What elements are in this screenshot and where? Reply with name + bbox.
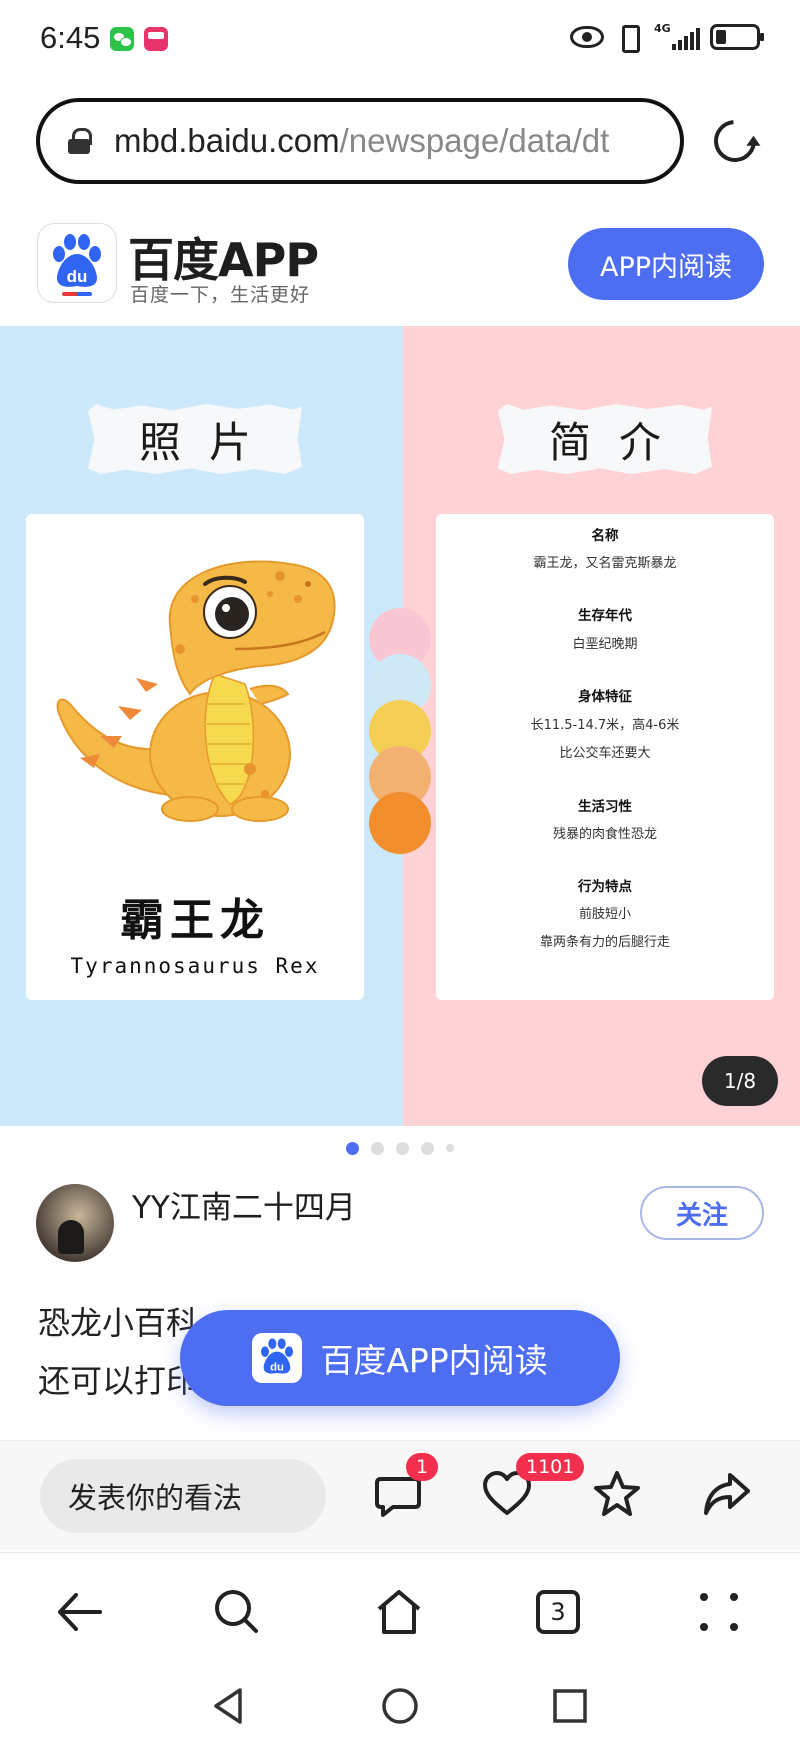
carousel-dot[interactable]	[421, 1141, 434, 1155]
info-text: 比公交车还要大	[559, 746, 651, 761]
read-in-app-button[interactable]: APP内阅读	[568, 228, 764, 300]
image-page-counter: 1/8	[702, 1056, 778, 1106]
carousel-dot[interactable]	[396, 1141, 409, 1155]
system-recents-icon[interactable]	[550, 1686, 590, 1726]
logo-text: du	[67, 267, 88, 286]
tab-count: 3	[550, 1598, 566, 1626]
article-action-bar: 发表你的看法 1 1101	[0, 1440, 800, 1550]
home-icon[interactable]	[374, 1587, 424, 1637]
author-avatar[interactable]	[36, 1184, 114, 1262]
refresh-icon[interactable]	[705, 111, 765, 171]
shopping-app-notification-icon	[144, 27, 168, 51]
address-bar[interactable]: mbd.baidu.com/newspage/data/dt	[36, 98, 684, 184]
info-text: 长11.5-14.7米，高4-6米	[530, 718, 680, 733]
info-heading: 身体特征	[578, 689, 632, 705]
like-count-badge: 1101	[516, 1453, 585, 1481]
info-text: 靠两条有力的后腿行走	[539, 935, 670, 950]
status-time: 6:45	[40, 20, 101, 55]
lock-icon	[68, 128, 92, 154]
vibrate-icon	[614, 23, 644, 53]
system-back-icon[interactable]	[210, 1686, 250, 1726]
logo-text: du	[270, 1361, 284, 1373]
system-home-icon[interactable]	[380, 1686, 420, 1726]
favorite-star-icon[interactable]	[592, 1469, 642, 1519]
info-heading: 行为特点	[578, 879, 632, 895]
info-text: 前肢短小	[578, 907, 631, 922]
signal-icon: 4G	[654, 22, 700, 52]
back-arrow-icon[interactable]	[54, 1587, 104, 1637]
info-text: 残暴的肉食性恐龙	[552, 827, 657, 842]
dinosaur-illustration	[56, 560, 336, 822]
image-carousel[interactable]: 照片 简介 霸王龙 Tyrannosaurus Rex 名称 霸王龙，又名雷克斯…	[0, 326, 800, 1126]
baidu-paw-icon: du	[53, 234, 101, 287]
app-slogan: 百度一下，生活更好	[130, 284, 311, 306]
baidu-app-logo: du	[38, 224, 116, 302]
palette-color-dot	[369, 792, 431, 854]
comment-input[interactable]: 发表你的看法	[40, 1459, 326, 1533]
status-icons: 4G	[570, 22, 764, 53]
share-icon[interactable]	[702, 1469, 752, 1519]
url-path: /newspage/data/dt	[339, 122, 610, 159]
info-heading: 名称	[591, 528, 619, 544]
carousel-dot[interactable]	[371, 1141, 384, 1155]
info-text: 白垩纪晚期	[572, 637, 638, 652]
eye-comfort-icon	[570, 26, 604, 48]
carousel-dot[interactable]	[446, 1144, 454, 1152]
app-promo-header: du 百度APP 百度一下，生活更好 APP内阅读	[0, 214, 800, 324]
tabs-button[interactable]: 3	[536, 1590, 580, 1634]
status-bar: 6:45 4G	[0, 0, 800, 80]
open-in-app-label: 百度APP内阅读	[320, 1341, 548, 1380]
carousel-dot[interactable]	[346, 1141, 359, 1155]
article-text-line: 恐龙小百科	[38, 1304, 199, 1342]
dinosaur-name-en: Tyrannosaurus Rex	[70, 954, 320, 978]
info-heading: 生活习性	[578, 799, 632, 815]
intro-label: 简介	[498, 404, 712, 474]
open-in-baidu-app-button[interactable]: du 百度APP内阅读	[180, 1310, 620, 1406]
info-heading: 生存年代	[578, 608, 632, 624]
photo-label: 照片	[88, 404, 302, 474]
article-text-line: 还可以打印	[38, 1362, 199, 1400]
url-host: mbd.baidu.com	[114, 122, 340, 159]
author-name[interactable]: YY江南二十四月	[132, 1182, 356, 1227]
menu-dots-icon[interactable]	[694, 1587, 744, 1637]
search-icon[interactable]	[212, 1587, 262, 1637]
dinosaur-photo-card: 霸王龙 Tyrannosaurus Rex	[26, 514, 364, 1000]
dinosaur-name-cn: 霸王龙	[120, 895, 270, 946]
browser-bottom-nav: 3	[0, 1552, 800, 1662]
baidu-paw-icon: du	[252, 1333, 303, 1383]
carousel-indicator	[0, 1138, 800, 1158]
info-text: 霸王龙，又名雷克斯暴龙	[533, 556, 677, 571]
system-navigation-bar	[0, 1662, 800, 1759]
logo-stripe	[62, 292, 92, 296]
battery-icon	[710, 24, 764, 50]
dinosaur-info-card: 名称 霸王龙，又名雷克斯暴龙 生存年代 白垩纪晚期 身体特征 长11.5-14.…	[436, 514, 774, 1000]
comment-count-badge: 1	[406, 1453, 439, 1481]
network-type-label: 4G	[654, 22, 671, 35]
wechat-notification-icon	[110, 27, 134, 51]
follow-button[interactable]: 关注	[640, 1186, 764, 1240]
